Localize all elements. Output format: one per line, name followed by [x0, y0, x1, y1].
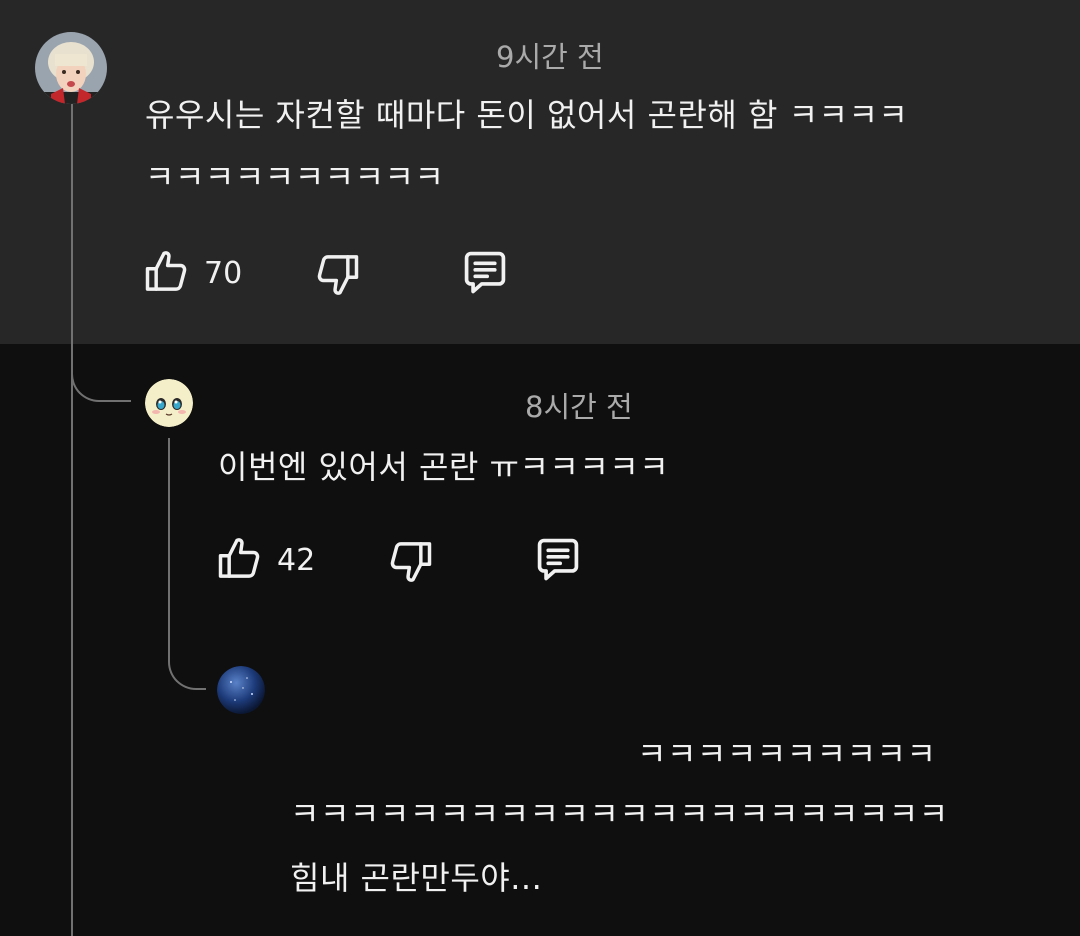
thread-connector-reply1: [71, 344, 131, 402]
reply2-author-avatar[interactable]: [217, 666, 265, 714]
reply1-reply-icon[interactable]: [532, 533, 584, 585]
reply1-like-count: 42: [277, 543, 316, 578]
reply1-author-avatar[interactable]: [145, 379, 193, 427]
like-icon[interactable]: [141, 246, 193, 298]
dislike-icon[interactable]: [311, 248, 363, 300]
comment-text-line2: ㅋㅋㅋㅋㅋㅋㅋㅋㅋㅋ: [145, 158, 445, 196]
reply2-text-line2: ㅋㅋㅋㅋㅋㅋㅋㅋㅋㅋㅋㅋㅋㅋㅋㅋㅋㅋㅋㅋㅋㅋ: [290, 795, 949, 833]
reply-icon[interactable]: [459, 246, 511, 298]
like-count: 70: [204, 256, 243, 291]
comment-text-line1: 유우시는 자컨할 때마다 돈이 없어서 곤란해 함 ㅋㅋㅋㅋ: [145, 96, 909, 134]
reply1-dislike-icon[interactable]: [384, 535, 436, 587]
thread-line-reply1: [168, 438, 170, 638]
thread-line-main: [71, 104, 73, 936]
reply2-text-line1: ㅋㅋㅋㅋㅋㅋㅋㅋㅋㅋ: [637, 735, 937, 773]
reply2-text-line3: 힘내 곤란만두야...: [290, 859, 543, 897]
thread-connector-reply2: [168, 636, 206, 690]
reply1-text: 이번엔 있어서 곤란 ㅠㅋㅋㅋㅋㅋ: [218, 448, 670, 486]
comment-timestamp: 9시간 전: [496, 40, 604, 74]
reply1-like-icon[interactable]: [214, 533, 266, 585]
comment-author-avatar[interactable]: [35, 32, 107, 104]
reply1-timestamp: 8시간 전: [525, 390, 633, 424]
